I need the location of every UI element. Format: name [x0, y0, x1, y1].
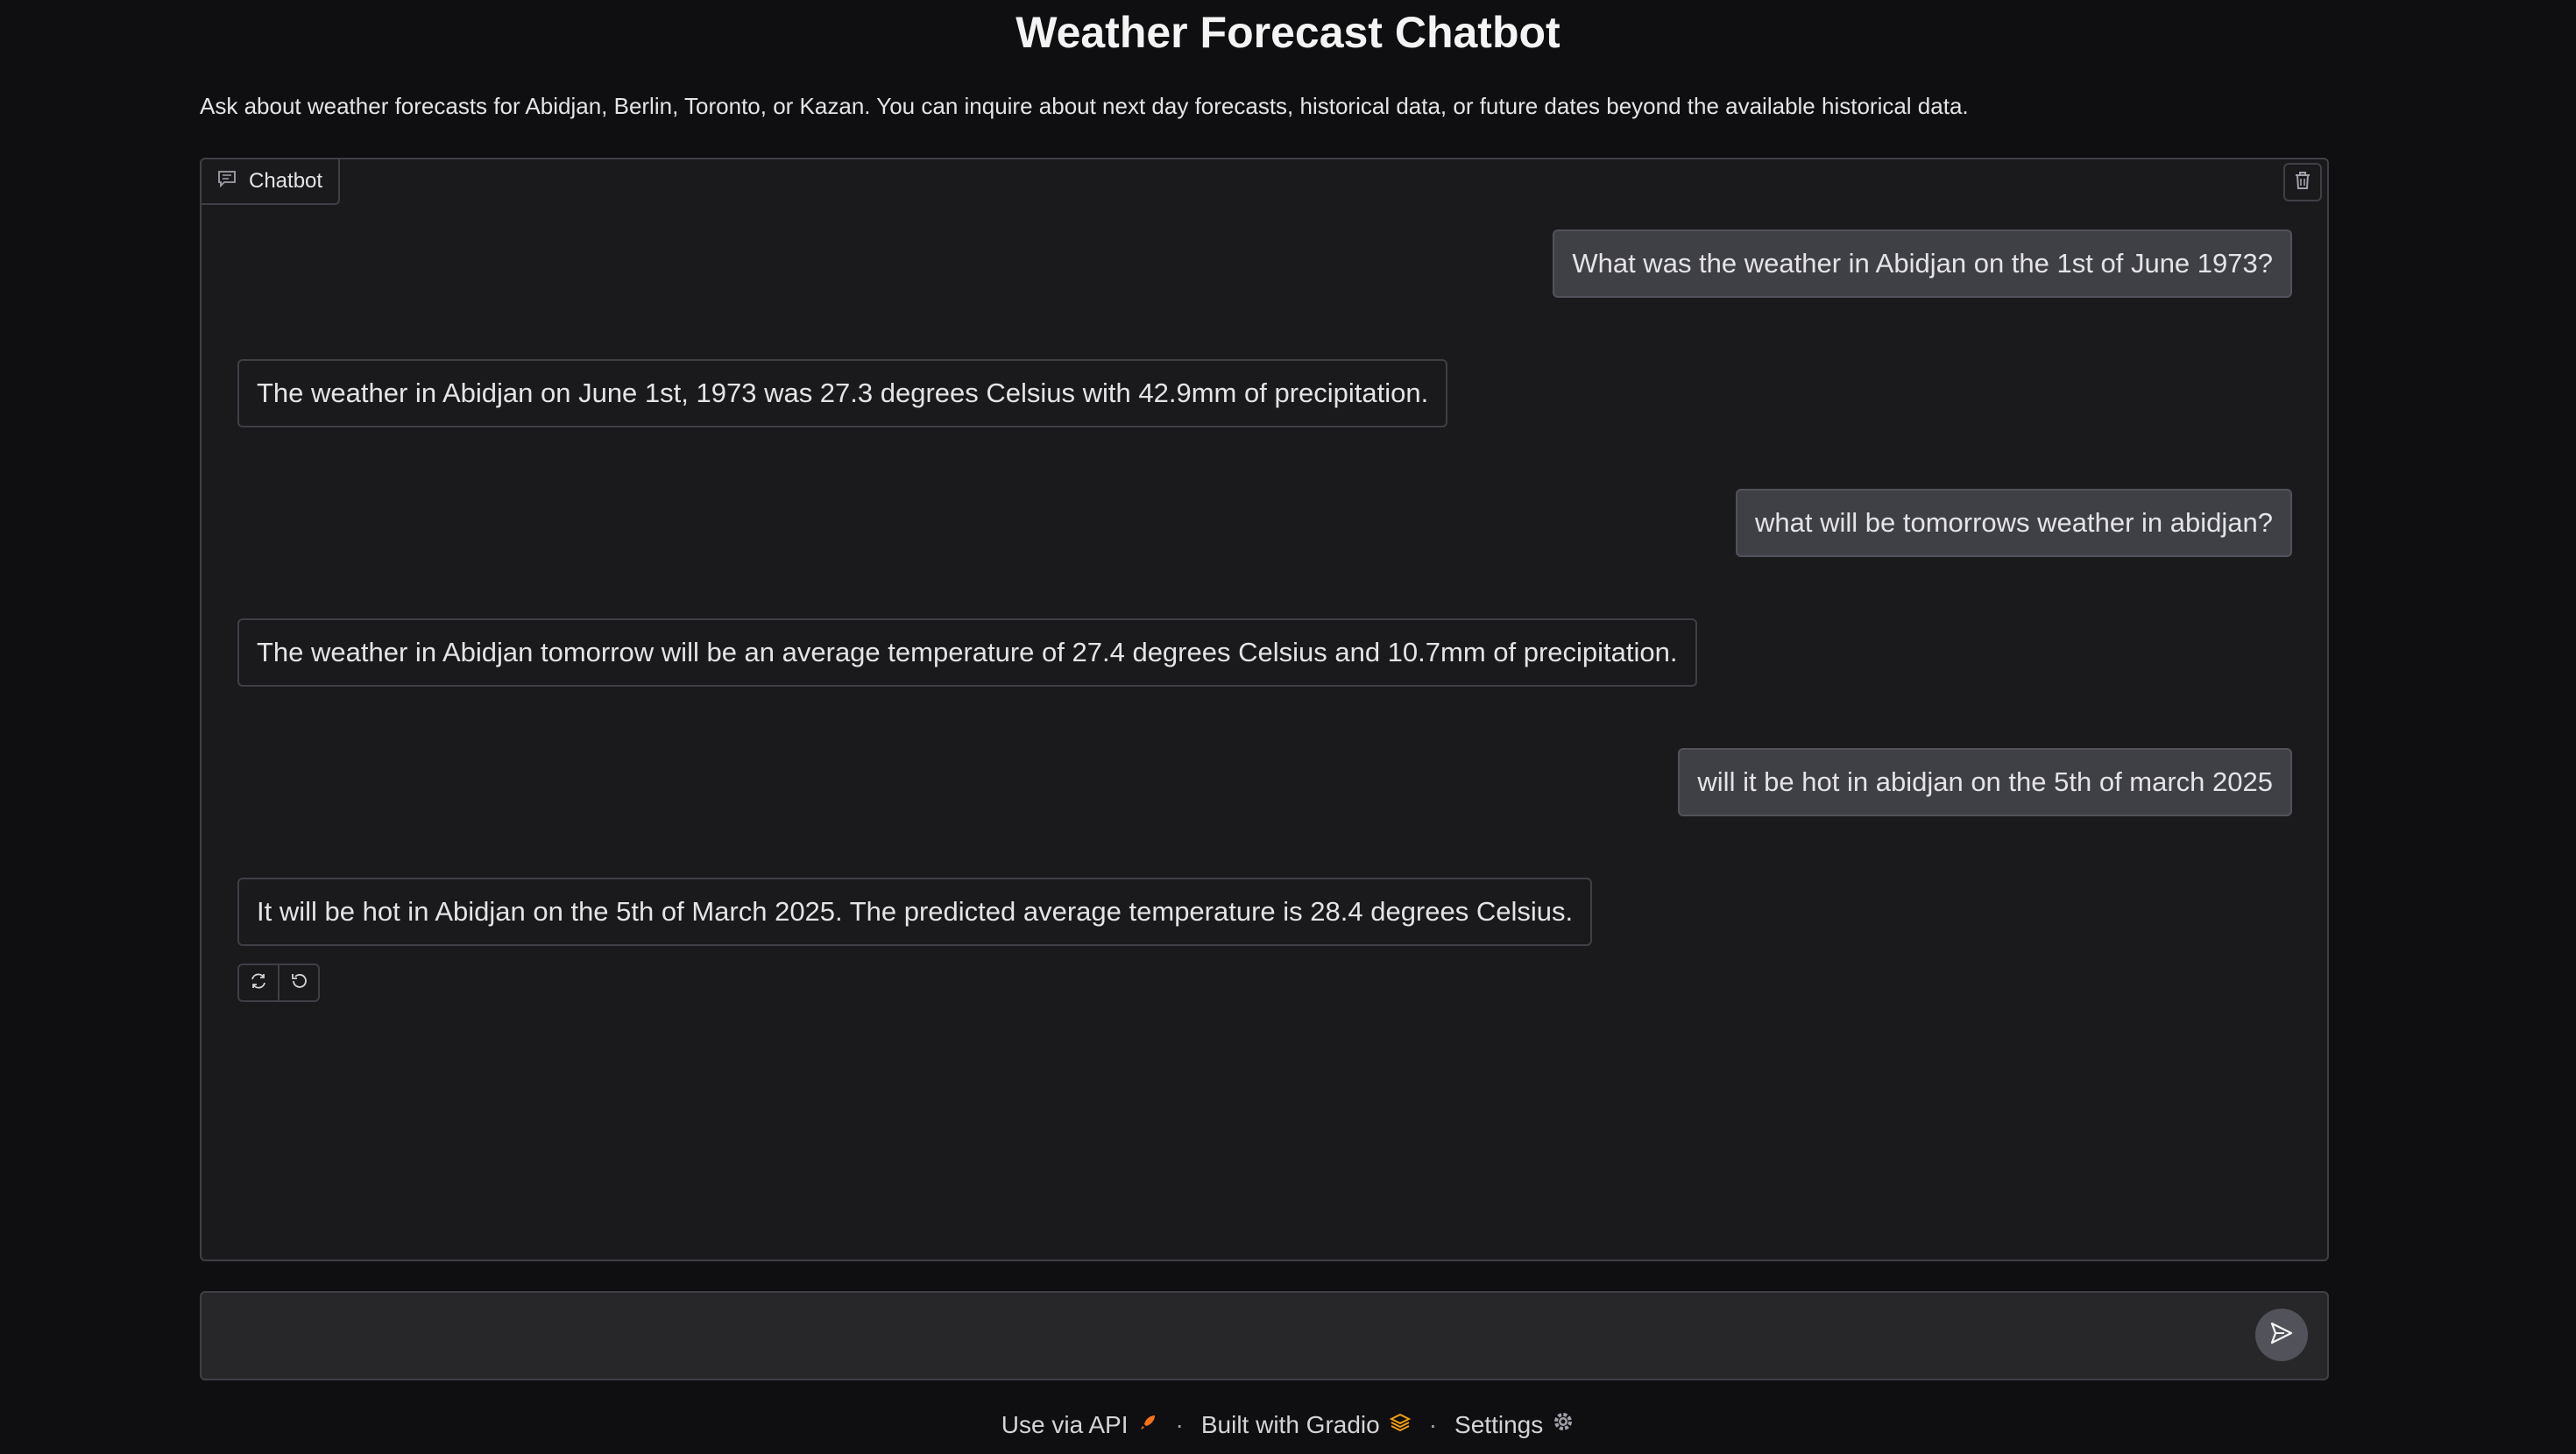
undo-button[interactable]	[278, 965, 318, 1000]
user-message: what will be tomorrows weather in abidja…	[1735, 489, 2292, 557]
chatbot-label-badge: Chatbot	[202, 159, 341, 205]
retry-button[interactable]	[239, 965, 278, 1000]
use-via-api-label: Use via API	[1001, 1410, 1129, 1438]
message-input[interactable]	[223, 1310, 2241, 1363]
chatbot-label: Chatbot	[249, 169, 323, 193]
message-input-box	[200, 1291, 2329, 1380]
send-icon	[2268, 1320, 2295, 1351]
rocket-icon	[1137, 1411, 1158, 1439]
use-via-api-link[interactable]: Use via API	[1001, 1411, 1158, 1439]
clear-chat-button[interactable]	[2283, 163, 2322, 201]
user-message: What was the weather in Abidjan on the 1…	[1553, 229, 2292, 298]
retry-icon	[249, 971, 268, 995]
settings-link[interactable]: Settings	[1454, 1410, 1575, 1439]
gradio-logo-icon	[1389, 1411, 1412, 1439]
chatbot-panel: Chatbot What was the weather in Abidjan …	[200, 158, 2329, 1261]
user-message: will it be hot in abidjan on the 5th of …	[1678, 748, 2292, 816]
trash-icon	[2293, 170, 2312, 195]
bot-message: The weather in Abidjan tomorrow will be …	[237, 618, 1697, 687]
settings-label: Settings	[1454, 1410, 1544, 1438]
built-with-gradio-link[interactable]: Built with Gradio	[1201, 1411, 1412, 1439]
send-button[interactable]	[2255, 1309, 2308, 1361]
bot-message: It will be hot in Abidjan on the 5th of …	[237, 878, 1593, 946]
page-description: Ask about weather forecasts for Abidjan,…	[200, 93, 1969, 119]
undo-icon	[289, 971, 308, 995]
built-with-gradio-label: Built with Gradio	[1200, 1410, 1380, 1438]
footer: Use via API · Built with Gradio · Settin…	[0, 1410, 2576, 1439]
gear-icon	[1552, 1410, 1575, 1439]
message-actions	[237, 963, 320, 1002]
footer-separator: ·	[1428, 1410, 1438, 1438]
page-title: Weather Forecast Chatbot	[1016, 8, 1560, 57]
footer-separator: ·	[1175, 1410, 1184, 1438]
bot-message: The weather in Abidjan on June 1st, 1973…	[237, 359, 1448, 427]
chat-bubble-icon	[217, 169, 237, 194]
